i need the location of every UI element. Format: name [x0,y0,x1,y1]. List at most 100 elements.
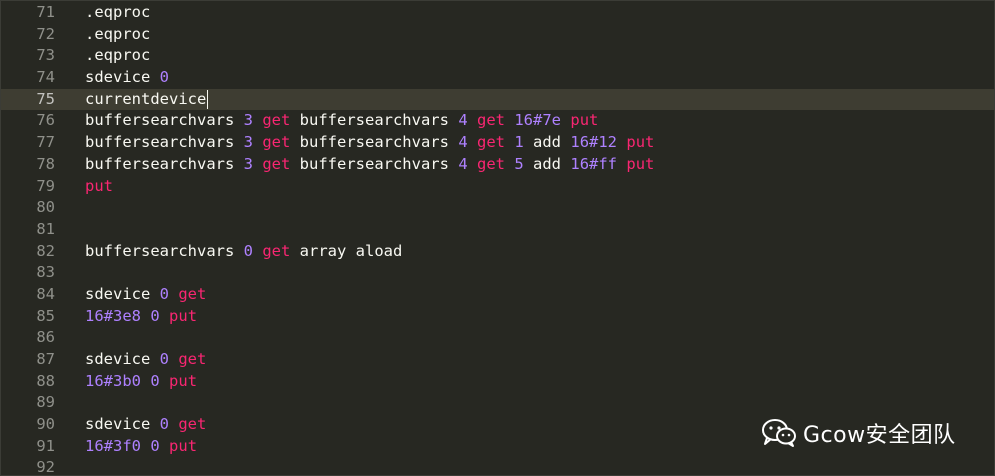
line-code: currentdevice [85,89,209,111]
number-token: 16#3b0 [85,371,141,390]
code-line[interactable]: 77 buffersearchvars 3 get buffersearchvar… [1,132,994,154]
line-code: put [85,176,113,198]
line-code: sdevice 0 get [85,349,206,371]
line-code: .eqproc [85,45,150,67]
number-token: 0 [159,284,169,303]
keyword-token: get [477,133,505,152]
line-number: 89 [36,393,55,412]
number-token: 0 [243,241,253,260]
number-token: 4 [458,154,468,173]
line-code: buffersearchvars 0 get array aload [85,241,402,263]
line-number: 86 [36,328,55,347]
keyword-token: put [626,133,655,152]
code-line[interactable]: 86 [1,327,994,349]
code-token: buffersearchvars [290,111,459,130]
line-code: buffersearchvars 3 get buffersearchvars … [85,132,654,154]
code-line[interactable]: 78 buffersearchvars 3 get buffersearchvar… [1,154,994,176]
code-token: buffersearchvars [290,133,459,152]
code-line[interactable]: 83 [1,262,994,284]
code-token: .eqproc [85,46,151,65]
line-code: buffersearchvars 3 get buffersearchvars … [85,110,598,132]
line-number: 81 [36,219,55,238]
code-line[interactable]: 87 sdevice 0 get [1,349,994,371]
number-token: 5 [514,154,524,173]
line-code: buffersearchvars 3 get buffersearchvars … [85,154,654,176]
number-token: 4 [458,111,468,130]
line-number: 92 [36,458,55,476]
keyword-token: get [262,154,291,173]
line-code: sdevice 0 get [85,414,206,436]
keyword-token: get [178,415,207,434]
code-editor[interactable]: 71 .eqproc 72 .eqproc 73 .eqproc 74 sdevice 0 75… [0,0,995,476]
code-line[interactable]: 71 .eqproc [1,2,994,24]
keyword-token: put [626,154,655,173]
code-token: sdevice [85,415,160,434]
code-token: sdevice [85,350,160,368]
watermark-text: Gcow安全团队 [803,423,956,448]
code-token: buffersearchvars [290,154,459,173]
keyword-token: get [178,350,207,368]
line-code: 16#3f0 0 put [85,436,197,458]
number-token: 0 [150,436,160,455]
line-number: 85 [36,306,55,325]
code-token: add [523,133,571,152]
line-number: 71 [36,3,55,21]
number-token: 16#3f0 [85,436,141,455]
code-token: sdevice [85,68,160,87]
line-number: 76 [36,111,55,130]
line-number: 73 [36,46,55,65]
number-token: 16#3e8 [85,306,141,325]
code-line[interactable]: 75 currentdevice [1,88,994,111]
line-number: 74 [36,68,55,87]
number-token: 0 [159,350,169,368]
code-line[interactable]: 73 .eqproc [1,45,994,67]
code-line[interactable]: 82 buffersearchvars 0 get array aload [1,241,994,263]
number-token: 1 [514,133,524,152]
line-number: 77 [36,133,55,152]
number-token: 3 [243,154,253,173]
code-line[interactable]: 76 buffersearchvars 3 get buffersearchvar… [1,110,994,132]
number-token: 3 [243,111,253,130]
keyword-token: put [570,111,599,130]
code-line[interactable]: 84 sdevice 0 get [1,284,994,306]
line-code: sdevice 0 [85,67,169,89]
keyword-token: get [262,111,291,130]
code-line[interactable]: 80 [1,197,994,219]
keyword-token: get [262,241,291,260]
line-number: 88 [36,371,55,390]
line-code: sdevice 0 get [85,284,206,306]
code-line[interactable]: 92 [1,457,994,476]
line-number: 84 [36,284,55,303]
keyword-token: get [477,111,505,130]
code-line[interactable]: 88 16#3b0 0 put [1,371,994,393]
number-token: 16#12 [570,133,618,152]
line-code: 16#3e8 0 put [85,306,197,328]
code-line[interactable]: 81 [1,219,994,241]
code-line[interactable]: 79 put [1,176,994,198]
code-line[interactable]: 85 16#3e8 0 put [1,306,994,328]
number-token: 0 [159,415,169,434]
line-number: 79 [36,176,55,195]
line-number: 91 [36,436,55,455]
code-line[interactable]: 89 [1,392,994,414]
number-token: 0 [150,371,160,390]
code-token: .eqproc [85,3,151,21]
code-line[interactable]: 74 sdevice 0 [1,67,994,89]
number-token: 16#ff [570,154,618,173]
line-number: 78 [36,154,55,173]
code-token: add [523,154,571,173]
code-line[interactable]: 72 .eqproc [1,24,994,46]
code-token: buffersearchvars [85,111,244,130]
number-token: 16#7e [514,111,562,130]
